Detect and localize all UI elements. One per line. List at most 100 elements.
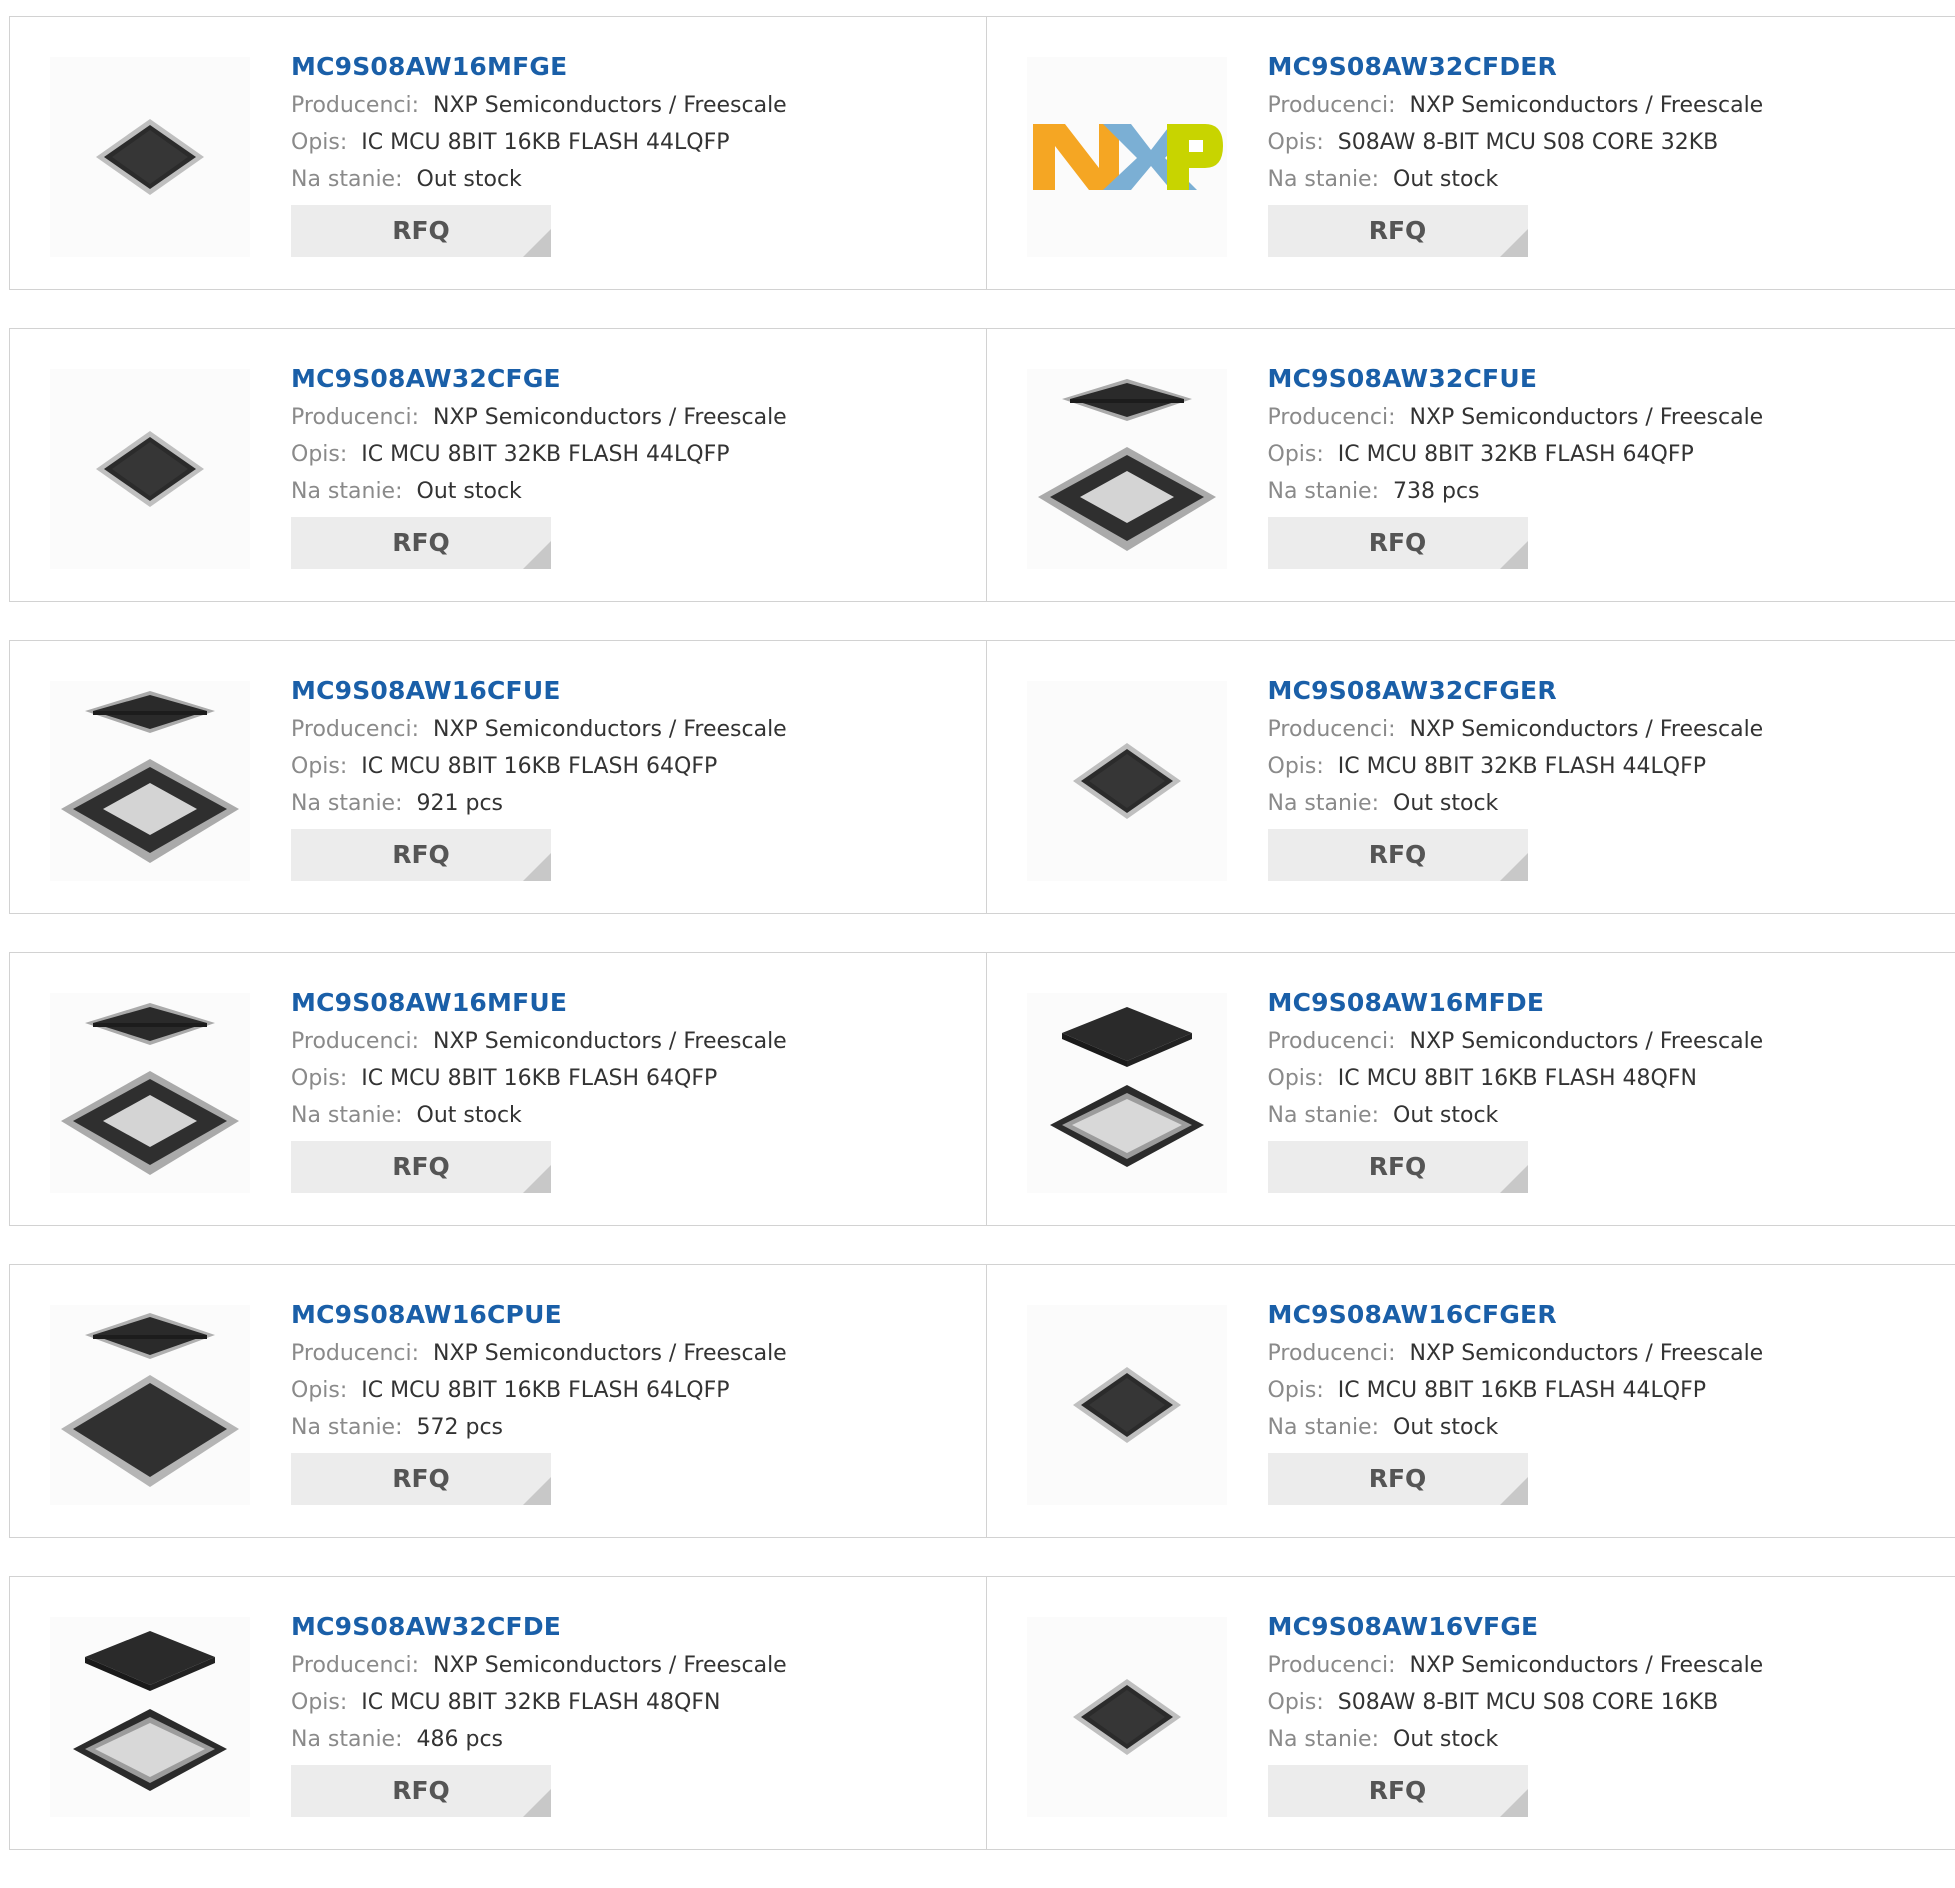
description-row: Opis:S08AW 8-BIT MCU S08 CORE 16KB <box>1268 1684 1764 1721</box>
part-number-link[interactable]: MC9S08AW16MFGE <box>291 47 787 87</box>
qfn-chip-pair-icon[interactable] <box>50 1617 250 1817</box>
description-value: IC MCU 8BIT 16KB FLASH 64QFP <box>361 1066 717 1091</box>
description-label: Opis: <box>291 1066 347 1091</box>
product-info: MC9S08AW32CFDE Producenci: NXP Semiconduc… <box>291 1607 787 1817</box>
corner-triangle-icon <box>523 1789 551 1817</box>
part-number-link[interactable]: MC9S08AW32CFDE <box>291 1607 787 1647</box>
part-number-link[interactable]: MC9S08AW16MFUE <box>291 983 787 1023</box>
description-label: Opis: <box>291 442 347 467</box>
product-info: MC9S08AW16MFDE Producenci:NXP Semiconduc… <box>1268 983 1764 1193</box>
part-number-link[interactable]: MC9S08AW32CFUE <box>1268 359 1764 399</box>
stock-row: Na stanie:Out stock <box>1268 161 1764 198</box>
product-info: MC9S08AW32CFDER Producenci:NXP Semicondu… <box>1268 47 1764 257</box>
stock-row: Na stanie:Out stock <box>291 1097 787 1134</box>
stock-row: Na stanie:572 pcs <box>291 1409 787 1446</box>
manufacturer-row: Producenci:NXP Semiconductors / Freescal… <box>291 87 787 124</box>
qfp-chip-pair-icon[interactable] <box>50 993 250 1193</box>
manufacturer-value: NXP Semiconductors / Freescale <box>1410 405 1764 430</box>
rfq-button-label: RFQ <box>392 1776 450 1805</box>
rfq-button[interactable]: RFQ <box>291 1453 551 1505</box>
description-label: Opis: <box>291 754 347 779</box>
rfq-button-label: RFQ <box>392 528 450 557</box>
qfp-chip-pair-icon[interactable] <box>1027 369 1227 569</box>
product-card: MC9S08AW32CFDE Producenci: NXP Semiconduc… <box>10 1577 987 1849</box>
lqfp-chip-icon[interactable] <box>50 369 250 569</box>
description-row: Opis:IC MCU 8BIT 16KB FLASH 64QFP <box>291 748 787 785</box>
description-label: Opis: <box>291 130 347 155</box>
lqfp-chip-pair-icon[interactable] <box>50 1305 250 1505</box>
rfq-button[interactable]: RFQ <box>291 1141 551 1193</box>
nxp-logo[interactable] <box>1027 57 1227 257</box>
rfq-button[interactable]: RFQ <box>1268 205 1528 257</box>
part-number-link[interactable]: MC9S08AW16CFUE <box>291 671 787 711</box>
rfq-button-label: RFQ <box>1369 840 1427 869</box>
rfq-button[interactable]: RFQ <box>291 205 551 257</box>
product-row: MC9S08AW16CFUE Producenci:NXP Semiconduc… <box>9 640 1955 914</box>
qfn-chip-pair-icon[interactable] <box>1027 993 1227 1193</box>
rfq-button[interactable]: RFQ <box>1268 517 1528 569</box>
manufacturer-label: Producenci: <box>291 1653 419 1678</box>
stock-label: Na stanie: <box>1268 1103 1380 1128</box>
manufacturer-value: NXP Semiconductors / Freescale <box>433 1653 787 1678</box>
qfp-chip-pair-icon[interactable] <box>50 681 250 881</box>
rfq-button[interactable]: RFQ <box>1268 1453 1528 1505</box>
product-card: MC9S08AW16CFUE Producenci:NXP Semiconduc… <box>10 641 987 913</box>
part-number-link[interactable]: MC9S08AW32CFDER <box>1268 47 1764 87</box>
manufacturer-label: Producenci: <box>291 717 419 742</box>
manufacturer-label: Producenci: <box>1268 1341 1396 1366</box>
lqfp-chip-icon[interactable] <box>1027 1617 1227 1817</box>
part-number-link[interactable]: MC9S08AW16CFGER <box>1268 1295 1764 1335</box>
manufacturer-value: NXP Semiconductors / Freescale <box>1410 1653 1764 1678</box>
part-number-link[interactable]: MC9S08AW32CFGER <box>1268 671 1764 711</box>
rfq-button[interactable]: RFQ <box>1268 1765 1528 1817</box>
manufacturer-row: Producenci:NXP Semiconductors / Freescal… <box>291 399 787 436</box>
rfq-button[interactable]: RFQ <box>291 517 551 569</box>
description-row: Opis: IC MCU 8BIT 16KB FLASH 64QFP <box>291 1060 787 1097</box>
manufacturer-label: Producenci: <box>291 1029 419 1054</box>
part-number-link[interactable]: MC9S08AW16MFDE <box>1268 983 1764 1023</box>
product-info: MC9S08AW16MFGE Producenci:NXP Semiconduc… <box>291 47 787 257</box>
manufacturer-row: Producenci:NXP Semiconductors / Freescal… <box>291 1023 787 1060</box>
rfq-button-label: RFQ <box>1369 1152 1427 1181</box>
product-row: MC9S08AW32CFDE Producenci: NXP Semiconduc… <box>9 1576 1955 1850</box>
description-row: Opis:IC MCU 8BIT 32KB FLASH 64QFP <box>1268 436 1764 473</box>
part-number-link[interactable]: MC9S08AW32CFGE <box>291 359 787 399</box>
description-label: Opis: <box>1268 1378 1324 1403</box>
stock-value: 572 pcs <box>417 1415 504 1440</box>
part-number-link[interactable]: MC9S08AW16CPUE <box>291 1295 787 1335</box>
stock-row: Na stanie:Out stock <box>1268 1721 1764 1758</box>
lqfp-chip-icon[interactable] <box>1027 1305 1227 1505</box>
stock-label: Na stanie: <box>291 1727 403 1752</box>
description-value: IC MCU 8BIT 32KB FLASH 64QFP <box>1338 442 1694 467</box>
product-card: MC9S08AW16MFUE Producenci:NXP Semiconduc… <box>10 953 987 1225</box>
rfq-button[interactable]: RFQ <box>1268 1141 1528 1193</box>
product-row: MC9S08AW32CFGE Producenci:NXP Semiconduc… <box>9 328 1955 602</box>
stock-value: Out stock <box>417 167 522 192</box>
lqfp-chip-icon[interactable] <box>50 57 250 257</box>
stock-label: Na stanie: <box>291 479 403 504</box>
description-label: Opis: <box>1268 1066 1324 1091</box>
rfq-button[interactable]: RFQ <box>291 1765 551 1817</box>
description-value: IC MCU 8BIT 32KB FLASH 48QFN <box>361 1690 720 1715</box>
stock-value: 921 pcs <box>417 791 504 816</box>
rfq-button[interactable]: RFQ <box>1268 829 1528 881</box>
stock-value: 486 pcs <box>417 1727 504 1752</box>
manufacturer-value: NXP Semiconductors / Freescale <box>1410 1341 1764 1366</box>
stock-label: Na stanie: <box>1268 791 1380 816</box>
rfq-button-label: RFQ <box>392 216 450 245</box>
manufacturer-row: Producenci:NXP Semiconductors / Freescal… <box>1268 399 1764 436</box>
corner-triangle-icon <box>1500 541 1528 569</box>
product-grid: MC9S08AW16MFGE Producenci:NXP Semiconduc… <box>9 16 1955 1888</box>
manufacturer-label: Producenci: <box>1268 1029 1396 1054</box>
stock-row: Na stanie:Out stock <box>291 161 787 198</box>
part-number-link[interactable]: MC9S08AW16VFGE <box>1268 1607 1764 1647</box>
product-card: MC9S08AW32CFGER Producenci:NXP Semicondu… <box>987 641 1955 913</box>
rfq-button[interactable]: RFQ <box>291 829 551 881</box>
lqfp-chip-icon[interactable] <box>1027 681 1227 881</box>
description-label: Opis: <box>1268 1690 1324 1715</box>
corner-triangle-icon <box>1500 1165 1528 1193</box>
corner-triangle-icon <box>523 1165 551 1193</box>
corner-triangle-icon <box>1500 1789 1528 1817</box>
description-row: Opis:IC MCU 8BIT 32KB FLASH 44LQFP <box>291 436 787 473</box>
product-info: MC9S08AW16MFUE Producenci:NXP Semiconduc… <box>291 983 787 1193</box>
